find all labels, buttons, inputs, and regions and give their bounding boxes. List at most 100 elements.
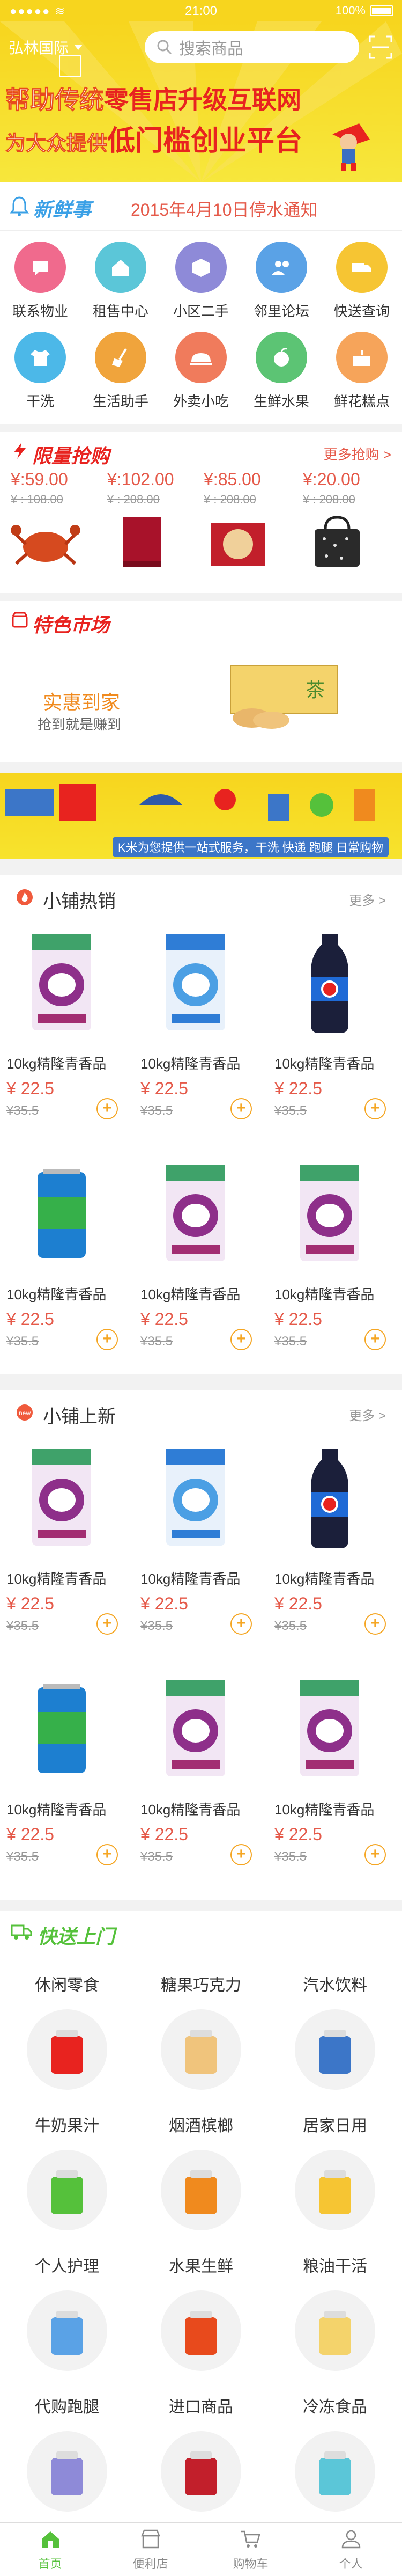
tab-store[interactable]: 便利店 [100, 2528, 200, 2572]
search-placeholder: 搜索商品 [179, 40, 243, 58]
add-to-cart-button[interactable]: + [364, 1613, 386, 1635]
product-card[interactable]: 10kg精隆青香品 ¥ 22.5 ¥35.5 + [0, 1148, 123, 1385]
hero-banner[interactable]: 弘林国际 搜索商品 帮助传统零售店升级互联网 为大众提供低门槛创业平台 [0, 21, 402, 182]
category-item[interactable]: 干洗 [0, 332, 80, 411]
tab-cart[interactable]: 购物车 [200, 2528, 301, 2572]
delivery-category[interactable]: 居家日用 [268, 2099, 402, 2239]
scan-icon[interactable] [368, 34, 393, 60]
delivery-category-label: 居家日用 [303, 2117, 367, 2135]
product-card[interactable]: 10kg精隆青香品 ¥ 22.5 ¥35.5 + [268, 1433, 391, 1669]
search-input[interactable]: 搜索商品 [145, 31, 359, 63]
flash-item[interactable]: ¥:59.00 ¥ : 108.00 [11, 470, 107, 574]
add-to-cart-button[interactable]: + [364, 1329, 386, 1350]
product-old-price: ¥35.5 [274, 1849, 307, 1864]
flash-item[interactable]: ¥:20.00 ¥ : 208.00 [303, 470, 399, 574]
product-image [289, 928, 370, 1036]
delivery-category[interactable]: 冷冻食品 [268, 2381, 402, 2520]
category-item[interactable]: 租售中心 [80, 241, 161, 320]
delivery-category[interactable]: 代购跑腿 [0, 2381, 134, 2520]
delivery-category-label: 个人护理 [35, 2258, 99, 2275]
delivery-category[interactable]: 牛奶果汁 [0, 2099, 134, 2239]
product-card[interactable]: 10kg精隆青香品 ¥ 22.5 ¥35.5 + [268, 1664, 391, 1900]
category-item[interactable]: 生鲜水果 [241, 332, 322, 411]
product-image [289, 1444, 370, 1551]
category-item[interactable]: 生活助手 [80, 332, 161, 411]
category-item[interactable]: 鲜花糕点 [322, 332, 402, 411]
product-card[interactable]: 10kg精隆青香品 ¥ 22.5 ¥35.5 + [268, 1148, 391, 1385]
category-item[interactable]: 快送查询 [322, 241, 402, 320]
product-price: ¥ 22.5 [274, 1594, 322, 1613]
flash-old-price: ¥ : 208.00 [107, 493, 160, 506]
category-item[interactable]: 联系物业 [0, 241, 80, 320]
product-price: ¥ 22.5 [6, 1594, 54, 1613]
svg-text:new: new [19, 1409, 31, 1417]
add-to-cart-button[interactable]: + [96, 1098, 118, 1119]
news-tag: 新鲜事 [33, 199, 92, 221]
product-old-price: ¥35.5 [140, 1619, 173, 1633]
cube-icon [175, 241, 227, 293]
add-to-cart-button[interactable]: + [230, 1613, 252, 1635]
people-icon [256, 241, 307, 293]
tab-profile[interactable]: 个人 [301, 2528, 401, 2572]
category-item[interactable]: 外卖小吃 [161, 332, 241, 411]
tab-label: 首页 [38, 2557, 62, 2571]
product-name: 10kg精隆青香品 [140, 1571, 241, 1587]
product-card[interactable]: 10kg精隆青香品 ¥ 22.5 ¥35.5 + [0, 1433, 123, 1669]
flash-item[interactable]: ¥:102.00 ¥ : 208.00 [107, 470, 204, 574]
category-item[interactable]: 小区二手 [161, 241, 241, 320]
superhero-illustration [332, 123, 370, 171]
special-market-subtext: 抢到就是赚到 [38, 716, 122, 733]
add-to-cart-button[interactable]: + [230, 1329, 252, 1350]
home-icon [41, 2531, 59, 2548]
delivery-category[interactable]: 个人护理 [0, 2240, 134, 2380]
delivery-category[interactable]: 汽水饮料 [268, 1959, 402, 2098]
product-name: 10kg精隆青香品 [6, 1056, 107, 1072]
services-tagline: K米为您提供一站式服务，干洗 快递 跑腿 日常购物 [113, 837, 389, 857]
delivery-category[interactable]: 休闲零食 [0, 1959, 134, 2098]
add-to-cart-button[interactable]: + [230, 1844, 252, 1865]
tab-home[interactable]: 首页 [0, 2528, 100, 2572]
product-card[interactable]: 10kg精隆青香品 ¥ 22.5 ¥35.5 + [268, 918, 391, 1154]
flash-sale-more-link[interactable]: 更多抢购 > [324, 444, 391, 464]
svg-text:茶: 茶 [306, 679, 325, 701]
product-old-price: ¥35.5 [274, 1619, 307, 1633]
product-image [21, 1444, 102, 1551]
category-item[interactable]: 邻里论坛 [241, 241, 322, 320]
tab-label: 购物车 [233, 2557, 269, 2571]
product-card[interactable]: 10kg精隆青香品 ¥ 22.5 ¥35.5 + [0, 918, 123, 1154]
product-card[interactable]: 10kg精隆青香品 ¥ 22.5 ¥35.5 + [134, 1664, 257, 1900]
hot-sales-more-link[interactable]: 更多 > [349, 890, 386, 909]
delivery-category[interactable]: 糖果巧克力 [134, 1959, 268, 2098]
new-arrivals-more-link[interactable]: 更多 > [349, 1405, 386, 1424]
add-to-cart-button[interactable]: + [96, 1844, 118, 1865]
add-to-cart-button[interactable]: + [364, 1844, 386, 1865]
add-to-cart-button[interactable]: + [230, 1098, 252, 1119]
product-card[interactable]: 10kg精隆青香品 ¥ 22.5 ¥35.5 + [134, 1433, 257, 1669]
shop-badge-icon [12, 612, 28, 628]
flash-item[interactable]: ¥:85.00 ¥ : 208.00 [204, 470, 300, 574]
product-old-price: ¥35.5 [6, 1334, 39, 1349]
delivery-category[interactable]: 水果生鲜 [134, 2240, 268, 2380]
special-market-section[interactable]: 特色市场 实惠到家 抢到就是赚到 茶 [0, 601, 402, 762]
delivery-category-label: 休闲零食 [35, 1977, 99, 1994]
product-name: 10kg精隆青香品 [274, 1056, 375, 1072]
news-bar[interactable]: 新鲜事 2015年4月10日停水通知 [0, 182, 402, 231]
product-card[interactable]: 10kg精隆青香品 ¥ 22.5 ¥35.5 + [134, 918, 257, 1154]
add-to-cart-button[interactable]: + [96, 1613, 118, 1635]
delivery-category[interactable]: 粮油干活 [268, 2240, 402, 2380]
store-icon [140, 2529, 160, 2549]
special-market-title: 特色市场 [32, 614, 110, 636]
crab-image [11, 525, 80, 565]
delivery-category[interactable]: 烟酒槟榔 [134, 2099, 268, 2239]
product-card[interactable]: 10kg精隆青香品 ¥ 22.5 ¥35.5 + [0, 1664, 123, 1900]
services-banner[interactable]: K米为您提供一站式服务，干洗 快递 跑腿 日常购物 [0, 773, 402, 859]
new-arrivals-header: new 小铺上新 更多 > [0, 1390, 402, 1433]
news-text[interactable]: 2015年4月10日停水通知 [131, 196, 318, 221]
add-to-cart-button[interactable]: + [364, 1098, 386, 1119]
user-icon [341, 2530, 360, 2549]
product-card[interactable]: 10kg精隆青香品 ¥ 22.5 ¥35.5 + [134, 1148, 257, 1385]
scarf-image [123, 517, 161, 567]
delivery-category[interactable]: 进口商品 [134, 2381, 268, 2520]
add-to-cart-button[interactable]: + [96, 1329, 118, 1350]
delivery-category-image [161, 2431, 241, 2512]
